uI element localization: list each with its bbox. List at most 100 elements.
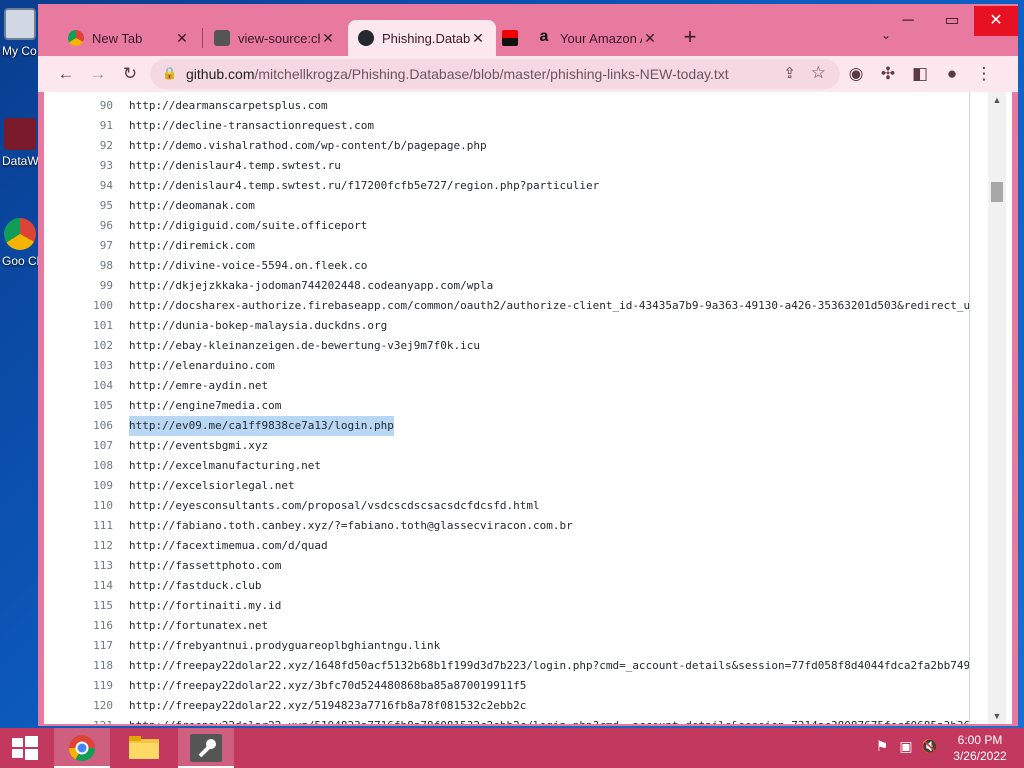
code-line: 118 http://freepay22dolar22.xyz/1648fd50a…: [44, 656, 969, 676]
code-line: 96 http://digiguid.com/suite.officeport: [44, 216, 969, 236]
line-content: http://excelmanufacturing.net: [129, 459, 322, 472]
close-icon[interactable]: ✕: [642, 30, 658, 47]
chrome-icon: [68, 30, 84, 46]
forward-button[interactable]: →: [86, 62, 110, 86]
line-number[interactable]: 107: [44, 436, 113, 456]
line-number[interactable]: 97: [44, 236, 113, 256]
scrollbar-thumb[interactable]: [991, 182, 1003, 202]
lock-icon: 🔒: [162, 66, 177, 80]
desktop-icon-label: Goo Chr: [2, 254, 40, 268]
line-number[interactable]: 117: [44, 636, 113, 656]
line-number[interactable]: 110: [44, 496, 113, 516]
line-content: http://fassettphoto.com: [129, 559, 282, 572]
share-icon[interactable]: ⇪: [783, 64, 796, 82]
address-bar[interactable]: 🔒 github.com/mitchellkrogza/Phishing.Dat…: [150, 59, 840, 89]
line-number[interactable]: 120: [44, 696, 113, 716]
flag-tray-icon[interactable]: ⚑: [872, 738, 892, 758]
line-number[interactable]: 92: [44, 136, 113, 156]
tab-new-tab[interactable]: New Tab ✕: [58, 20, 200, 56]
minimize-button[interactable]: ─: [886, 6, 930, 36]
line-number[interactable]: 116: [44, 616, 113, 636]
scroll-down-arrow-icon[interactable]: ▼: [988, 708, 1006, 724]
tab-strip: New Tab ✕ view-source:chr ✕ Phishing.Dat…: [38, 4, 1018, 56]
vertical-scrollbar[interactable]: ▲ ▼: [988, 92, 1006, 724]
close-icon[interactable]: ✕: [174, 30, 190, 47]
line-number[interactable]: 99: [44, 276, 113, 296]
taskbar-tool[interactable]: [178, 728, 234, 768]
line-number[interactable]: 105: [44, 396, 113, 416]
volume-muted-tray-icon[interactable]: 🔇: [920, 738, 940, 758]
line-content: http://eventsbgmi.xyz: [129, 439, 269, 452]
line-content: http://emre-aydin.net: [129, 379, 269, 392]
system-clock[interactable]: 6:00 PM 3/26/2022: [940, 732, 1020, 764]
line-number[interactable]: 118: [44, 656, 113, 676]
reload-button[interactable]: ↻: [118, 62, 142, 86]
code-line: 110 http://eyesconsultants.com/proposal/v…: [44, 496, 969, 516]
scroll-up-arrow-icon[interactable]: ▲: [988, 92, 1006, 108]
close-icon[interactable]: ✕: [470, 30, 486, 47]
extension-globe-icon[interactable]: ◉: [844, 62, 868, 86]
line-number[interactable]: 112: [44, 536, 113, 556]
url-text[interactable]: github.com/mitchellkrogza/Phishing.Datab…: [186, 66, 729, 82]
profile-avatar-icon[interactable]: ●: [940, 62, 964, 86]
code-line: 97 http://diremick.com: [44, 236, 969, 256]
close-icon[interactable]: ✕: [320, 30, 336, 47]
line-number[interactable]: 106: [44, 416, 113, 436]
line-number[interactable]: 101: [44, 316, 113, 336]
url-path: /mitchellkrogza/Phishing.Database/blob/m…: [254, 66, 729, 82]
desktop-icon-label: My Co: [2, 44, 37, 58]
taskbar-chrome[interactable]: [54, 728, 110, 768]
desktop-icon-dataw[interactable]: DataW: [0, 118, 40, 168]
side-panel-icon[interactable]: ◧: [908, 62, 932, 86]
desktop-icon-my-computer[interactable]: My Co: [0, 8, 40, 58]
code-line: 106 http://ev09.me/ca1ff9838ce7a13/login.…: [44, 416, 969, 436]
line-content: http://freepay22dolar22.xyz/1648fd50acf5…: [129, 659, 969, 672]
tab-amazon[interactable]: a Your Amazon A ✕: [526, 20, 668, 56]
line-number[interactable]: 93: [44, 156, 113, 176]
back-button[interactable]: ←: [54, 62, 78, 86]
extensions-puzzle-icon[interactable]: ✣: [876, 62, 900, 86]
new-tab-button[interactable]: +: [678, 26, 702, 50]
window-close-button[interactable]: ✕: [974, 6, 1018, 36]
tab-phishing-database[interactable]: Phishing.Datab ✕: [348, 20, 496, 56]
line-number[interactable]: 96: [44, 216, 113, 236]
line-number[interactable]: 91: [44, 116, 113, 136]
network-tray-icon[interactable]: ▣: [896, 738, 916, 758]
line-number[interactable]: 104: [44, 376, 113, 396]
bookmark-star-icon[interactable]: ☆: [811, 63, 826, 83]
computer-icon: [4, 8, 36, 40]
line-number[interactable]: 108: [44, 456, 113, 476]
desktop-icon-chrome[interactable]: Goo Chr: [0, 218, 40, 268]
line-number[interactable]: 111: [44, 516, 113, 536]
github-icon: [358, 30, 374, 46]
line-content: http://deomanak.com: [129, 199, 255, 212]
tab-view-source[interactable]: view-source:chr ✕: [204, 20, 346, 56]
line-content: http://demo.vishalrathod.com/wp-content/…: [129, 139, 487, 152]
line-number[interactable]: 121: [44, 716, 113, 724]
line-content: http://divine-voice-5594.on.fleek.co: [129, 259, 368, 272]
code-line: 111 http://fabiano.toth.canbey.xyz/?=fabi…: [44, 516, 969, 536]
code-line: 105 http://engine7media.com: [44, 396, 969, 416]
clock-time: 6:00 PM: [957, 733, 1003, 747]
line-number[interactable]: 98: [44, 256, 113, 276]
line-number[interactable]: 115: [44, 596, 113, 616]
code-line: 102 http://ebay-kleinanzeigen.de-bewertun…: [44, 336, 969, 356]
taskbar-file-explorer[interactable]: [116, 728, 172, 768]
start-button[interactable]: [4, 732, 44, 764]
line-number[interactable]: 114: [44, 576, 113, 596]
line-number[interactable]: 94: [44, 176, 113, 196]
line-number[interactable]: 102: [44, 336, 113, 356]
line-number[interactable]: 109: [44, 476, 113, 496]
line-number[interactable]: 103: [44, 356, 113, 376]
line-number[interactable]: 100: [44, 296, 113, 316]
maximize-button[interactable]: ▭: [930, 6, 974, 36]
line-number[interactable]: 113: [44, 556, 113, 576]
code-line: 103 http://elenarduino.com: [44, 356, 969, 376]
menu-kebab-icon[interactable]: ⋮: [972, 62, 996, 86]
code-line: 98 http://divine-voice-5594.on.fleek.co: [44, 256, 969, 276]
tab-pinned[interactable]: [496, 20, 526, 56]
line-content: http://engine7media.com: [129, 399, 282, 412]
line-number[interactable]: 95: [44, 196, 113, 216]
line-number[interactable]: 119: [44, 676, 113, 696]
line-number[interactable]: 90: [44, 96, 113, 116]
